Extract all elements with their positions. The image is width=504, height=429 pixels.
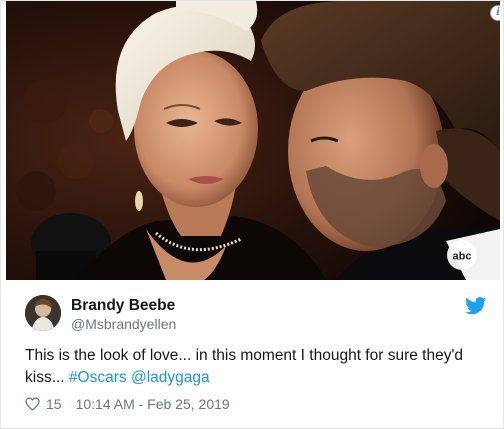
avatar-photo-icon (25, 295, 61, 331)
tweet-photo[interactable]: i abc (6, 1, 500, 280)
abc-badge-text: abc (453, 251, 472, 263)
hashtag-link[interactable]: #Oscars (69, 369, 127, 386)
heart-outline-icon[interactable] (25, 397, 40, 411)
info-icon[interactable]: i (490, 5, 500, 21)
twitter-bird-icon[interactable] (465, 297, 487, 315)
tweet-header: Brandy Beebe @Msbrandyellen (25, 295, 495, 335)
embedded-tweet-card: i abc Brandy Beebe @Msbrandyellen This i… (0, 0, 504, 429)
photo-illustration (6, 1, 500, 280)
like-count[interactable]: 15 (46, 396, 62, 412)
tweet-text: This is the look of love... in this mome… (25, 345, 485, 389)
mention-link[interactable]: @ladygaga (131, 369, 210, 386)
tweet-footer: 15 10:14 AM - Feb 25, 2019 (25, 394, 230, 414)
author-handle[interactable]: @Msbrandyellen (71, 316, 176, 332)
abc-logo-icon: abc (447, 240, 477, 270)
avatar[interactable] (25, 295, 61, 331)
tweet-timestamp[interactable]: 10:14 AM - Feb 25, 2019 (76, 396, 230, 412)
author-display-name[interactable]: Brandy Beebe (71, 297, 175, 315)
